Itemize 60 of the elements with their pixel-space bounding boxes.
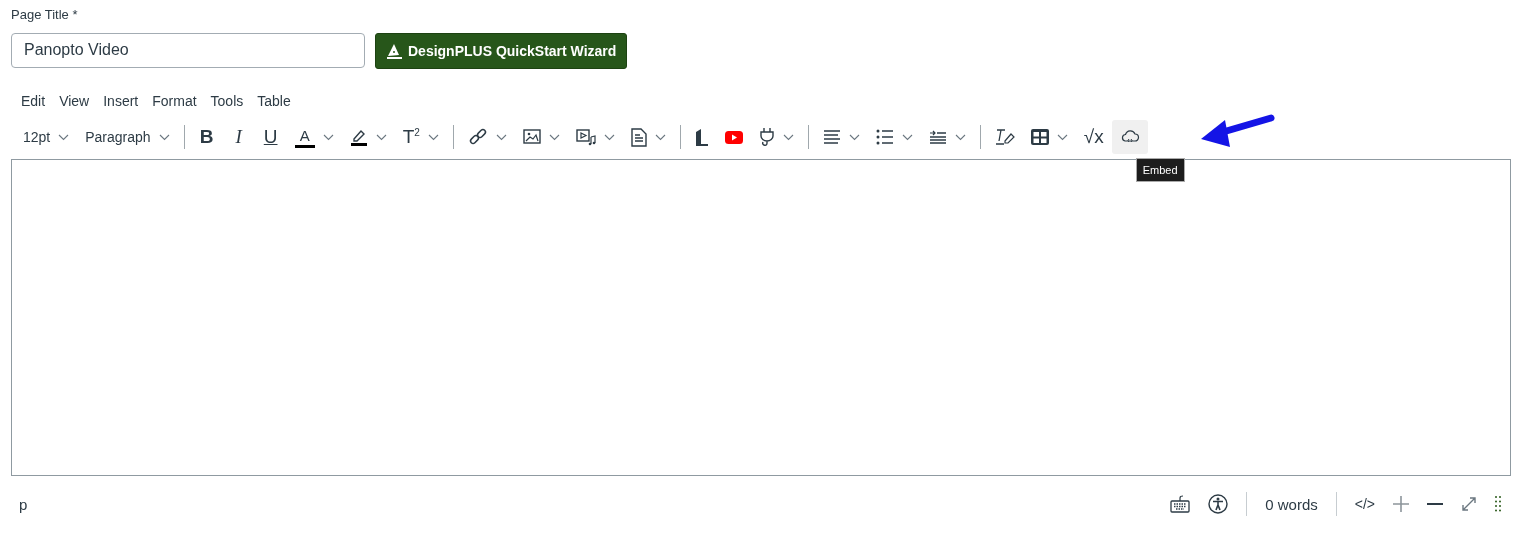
split-button[interactable]: T$^{2}$ xyxy=(394,120,447,154)
keyboard-shortcuts-button[interactable] xyxy=(1170,495,1191,513)
expand-icon xyxy=(1461,496,1477,512)
field-label: Page Title * xyxy=(11,7,78,22)
chevron-down-icon xyxy=(782,133,794,141)
dropdown-button[interactable]: 12pt xyxy=(15,120,78,154)
chevron-down-icon xyxy=(603,133,615,141)
chevron-down-icon xyxy=(654,133,666,141)
menu-item[interactable]: View xyxy=(53,91,96,111)
cloud-icon xyxy=(1119,129,1140,145)
chevron-down-icon xyxy=(901,133,913,141)
chevron-down-icon xyxy=(427,133,439,141)
format-button[interactable]: B xyxy=(190,120,223,154)
chevron-down-icon xyxy=(58,133,70,141)
plus-icon xyxy=(1393,496,1409,512)
menu-item[interactable]: Table xyxy=(251,91,297,111)
resize-handle[interactable] xyxy=(1495,496,1501,512)
chevron-down-icon xyxy=(848,133,860,141)
chevron-down-icon xyxy=(495,133,507,141)
image-icon xyxy=(522,129,541,145)
grip-icon xyxy=(1495,496,1501,512)
video-play-icon xyxy=(724,130,743,144)
highlighter-icon xyxy=(349,128,368,146)
indent-icon xyxy=(928,129,947,145)
menu-item[interactable]: Insert xyxy=(97,91,145,111)
link-icon xyxy=(467,127,488,147)
logo-icon xyxy=(694,128,709,146)
element-path[interactable]: p xyxy=(11,495,1171,513)
media-icon xyxy=(575,128,596,146)
tooltip: Embed xyxy=(1135,158,1185,182)
keyboard-icon xyxy=(1170,495,1191,513)
html-editor-button[interactable]: </> xyxy=(1354,496,1375,512)
align-icon xyxy=(822,129,841,145)
plug-icon xyxy=(758,127,775,147)
word-count[interactable]: 0 words xyxy=(1265,495,1318,513)
split-button[interactable]: A xyxy=(286,120,342,154)
menu-item[interactable]: Edit xyxy=(15,91,52,111)
table-icon xyxy=(1030,129,1049,145)
chevron-down-icon xyxy=(548,133,560,141)
format-button[interactable]: √x xyxy=(1075,120,1112,154)
menu-item[interactable]: Tools xyxy=(204,91,250,111)
page-title-field[interactable]: Panopto Video xyxy=(11,32,365,68)
chevron-down-icon xyxy=(1056,133,1068,141)
minus-icon xyxy=(1427,503,1443,505)
chevron-down-icon xyxy=(375,133,387,141)
format-button[interactable]: U xyxy=(254,120,287,154)
accessibility-checker-button[interactable] xyxy=(1208,494,1229,514)
quickstart-wizard-button[interactable]: DesignPLUS QuickStart Wizard xyxy=(375,33,628,69)
accessibility-icon xyxy=(1208,494,1229,514)
clear-formatting-icon xyxy=(994,128,1015,146)
document-icon xyxy=(630,127,647,147)
bullet-list-icon xyxy=(875,129,894,145)
chevron-down-icon xyxy=(954,133,966,141)
dropdown-button[interactable]: Paragraph xyxy=(77,120,178,154)
wizard-hat-icon xyxy=(386,42,403,60)
chevron-down-icon xyxy=(158,133,170,141)
fullscreen-button[interactable] xyxy=(1461,496,1477,512)
format-button[interactable]: I xyxy=(222,120,255,154)
menu-item[interactable]: Format xyxy=(146,91,203,111)
chevron-down-icon xyxy=(322,133,334,141)
